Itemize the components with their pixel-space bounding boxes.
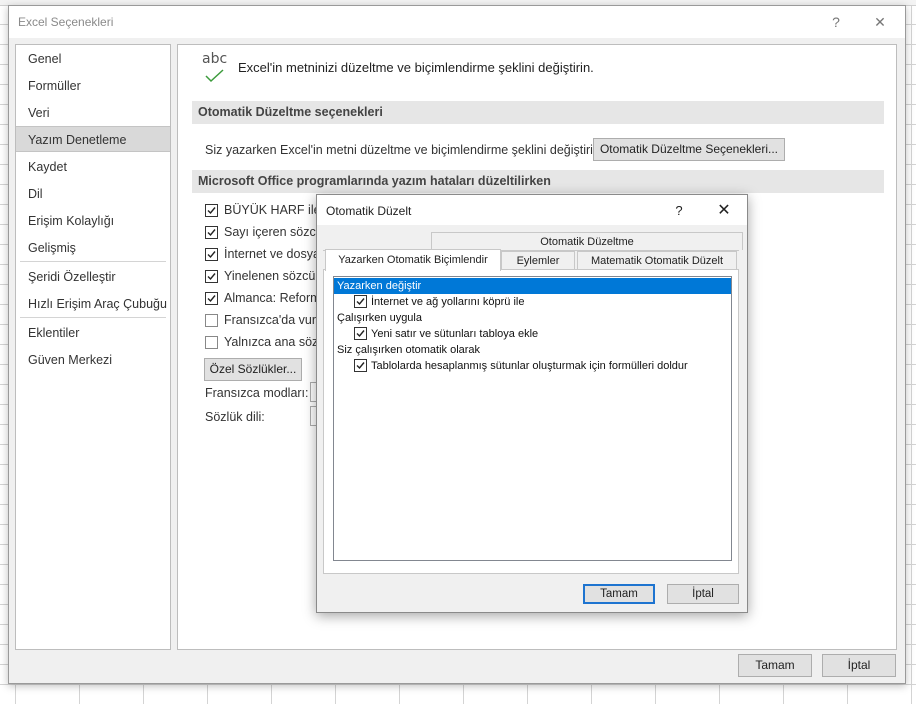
checkbox[interactable] [205,248,218,261]
help-button[interactable]: ? [667,199,691,223]
check-icon [356,330,365,338]
option-label: Yinelenen sözcükl [224,269,325,283]
checkbox[interactable] [205,204,218,217]
check-icon [356,298,365,306]
option-label: Sayı içeren sözcük [224,225,329,239]
nav-separator [20,317,166,318]
option-label: Almanca: Reform [224,291,321,305]
dictionary-language-label: Sözlük dili: [205,410,265,424]
nav-item-genel[interactable]: Genel [16,46,170,72]
nav-item-erisim-kolayligi[interactable]: Erişim Kolaylığı [16,208,170,234]
option-label: İnternet ve dosya [224,247,320,261]
close-button[interactable]: ✕ [711,199,737,223]
checkbox[interactable] [205,336,218,349]
ok-button[interactable]: Tamam [738,654,812,677]
options-titlebar: Excel Seçenekleri ? ✕ [9,6,905,38]
check-icon [207,207,216,215]
option-label: BÜYÜK HARF ile y [224,203,331,217]
ok-button[interactable]: Tamam [583,584,655,604]
nav-item-yazim-denetleme[interactable]: Yazım Denetleme [16,126,170,152]
nav-item-guven-merkezi[interactable]: Güven Merkezi [16,347,170,373]
cancel-button[interactable]: İptal [822,654,896,677]
options-dialog-title: Excel Seçenekleri [18,15,114,29]
list-group-header[interactable]: Siz çalışırken otomatik olarak [334,342,731,358]
list-group-header[interactable]: Çalışırken uygula [334,310,731,326]
custom-dictionaries-button[interactable]: Özel Sözlükler... [204,358,302,381]
option-label: Fransızca'da vurgu [224,313,330,327]
nav-item-seridi-ozellestir[interactable]: Şeridi Özelleştir [16,264,170,290]
tab-matematik-otomatik-duzelt[interactable]: Matematik Otomatik Düzelt [577,251,737,270]
autocorrect-titlebar: Otomatik Düzelt ? ✕ [317,195,747,225]
help-button[interactable]: ? [823,10,849,34]
check-icon [207,229,216,237]
autocorrect-options-button[interactable]: Otomatik Düzeltme Seçenekleri... [593,138,785,161]
check-icon [207,251,216,259]
autoformat-options-list[interactable]: Yazarken değiştir İnternet ve ağ yolları… [333,276,732,561]
option-label: Yalnızca ana sözlü [224,335,328,349]
nav-item-formuller[interactable]: Formüller [16,73,170,99]
nav-item-hizli-erisim[interactable]: Hızlı Erişim Araç Çubuğu [16,291,170,317]
checkbox[interactable] [354,359,367,372]
checkmark-icon [205,69,224,83]
checkbox[interactable] [205,270,218,283]
section-header-autocorrect: Otomatik Düzeltme seçenekleri [192,101,884,124]
check-icon [207,273,216,281]
section-header-office: Microsoft Office programlarında yazım ha… [192,170,884,193]
list-item-label: Yeni satır ve sütunları tabloya ekle [371,328,539,340]
list-item-label: Tablolarda hesaplanmış sütunlar oluşturm… [371,360,688,372]
tab-eylemler[interactable]: Eylemler [501,251,575,270]
nav-item-veri[interactable]: Veri [16,100,170,126]
tab-yazarken-otomatik-bicimlendir[interactable]: Yazarken Otomatik Biçimlendir [325,249,501,271]
checkbox[interactable] [205,226,218,239]
nav-item-eklentiler[interactable]: Eklentiler [16,320,170,346]
french-modes-label: Fransızca modları: [205,386,309,400]
check-icon [207,295,216,303]
autocorrect-title: Otomatik Düzelt [326,204,412,218]
autocorrect-dialog: Otomatik Düzelt ? ✕ Otomatik Düzeltme Ya… [316,194,748,613]
checkbox[interactable] [205,314,218,327]
autocorrect-description: Siz yazarken Excel'in metni düzeltme ve … [205,143,604,157]
nav-item-dil[interactable]: Dil [16,181,170,207]
options-nav-panel: Genel Formüller Veri Yazım Denetleme Kay… [15,44,171,650]
cancel-button[interactable]: İptal [667,584,739,604]
nav-separator [20,261,166,262]
tab-otomatik-duzeltme[interactable]: Otomatik Düzeltme [431,232,743,250]
abc-icon-text: abc [202,51,228,67]
checkbox[interactable] [205,292,218,305]
list-item-label: İnternet ve ağ yollarını köprü ile [371,296,525,308]
check-icon [356,362,365,370]
list-group-header[interactable]: Yazarken değiştir [334,278,731,294]
tab-body: Yazarken değiştir İnternet ve ağ yolları… [323,269,739,574]
spelling-abc-icon: abc [202,51,230,83]
checkbox[interactable] [354,295,367,308]
close-button[interactable]: ✕ [867,10,893,34]
nav-item-gelismis[interactable]: Gelişmiş [16,235,170,261]
nav-item-kaydet[interactable]: Kaydet [16,154,170,180]
page-header: Excel'in metninizi düzeltme ve biçimlend… [238,60,594,75]
checkbox[interactable] [354,327,367,340]
